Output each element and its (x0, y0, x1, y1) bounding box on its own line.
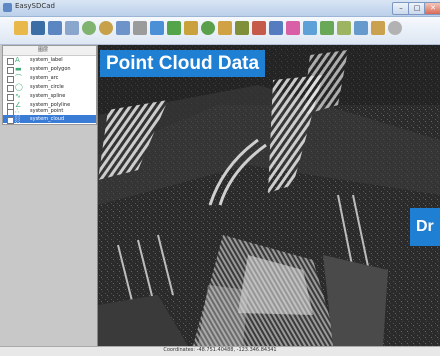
new-icon[interactable] (48, 21, 62, 35)
layer-item-text: system_label (30, 57, 63, 63)
draw-arc-icon[interactable] (184, 21, 198, 35)
close-button[interactable]: ✕ (424, 2, 440, 15)
main-toolbar (0, 17, 440, 45)
layer-visibility-checkbox[interactable] (7, 58, 14, 65)
point-layer-icon: ∴ (15, 107, 20, 115)
select-icon[interactable] (133, 21, 147, 35)
measure-icon[interactable] (252, 21, 266, 35)
layer-item-text: system_circle (30, 84, 64, 90)
layer-tree: 图层 A system_label ▬ system_polygon ⌒ sys… (2, 45, 97, 125)
import-icon[interactable] (371, 21, 385, 35)
layer-item-spline[interactable]: ∿ system_spline (3, 92, 96, 101)
layer-panel: 图层 A system_label ▬ system_polygon ⌒ sys… (0, 45, 98, 346)
layer-item-circle[interactable]: ◯ system_circle (3, 83, 96, 92)
layer-item-point[interactable]: ∴ system_point (3, 107, 96, 116)
settings-icon[interactable] (303, 21, 317, 35)
point-cloud-viewport[interactable] (98, 45, 440, 346)
arc-layer-icon: ⌒ (15, 74, 22, 82)
layer-item-label[interactable]: A system_label (3, 56, 96, 65)
zoom-in-icon[interactable] (82, 21, 96, 35)
overlay-side-banner: Dr (410, 208, 440, 246)
circle-layer-icon: ◯ (15, 83, 23, 91)
window-title: EasySDCad (15, 2, 55, 10)
coordinates-readout: Coordinates: -48.751.40488, -123.346.843… (163, 347, 277, 353)
transform-icon[interactable] (337, 21, 351, 35)
save-icon[interactable] (31, 21, 45, 35)
layer-tree-header: 图层 (3, 46, 96, 56)
open-icon[interactable] (14, 21, 28, 35)
draw-line-icon[interactable] (167, 21, 181, 35)
polygon-layer-icon: ▬ (15, 65, 22, 73)
layer-item-text: system_arc (30, 75, 59, 81)
spline-layer-icon: ∿ (15, 92, 21, 100)
layer-item-text: system_polygon (30, 66, 71, 72)
cloud-layer-icon: ░ (15, 115, 21, 123)
point-cloud-render (98, 45, 440, 346)
layer-item-arc[interactable]: ⌒ system_arc (3, 74, 96, 83)
cloud-icon[interactable] (269, 21, 283, 35)
draw-spline-icon[interactable] (218, 21, 232, 35)
palette-icon[interactable] (286, 21, 300, 35)
app-icon (3, 3, 12, 12)
layer-item-cloud[interactable]: ░ system_cloud (3, 115, 96, 124)
label-layer-icon: A (15, 56, 20, 64)
layer-visibility-checkbox[interactable] (7, 76, 14, 83)
layer-item-text: system_cloud (30, 116, 65, 122)
layer-visibility-checkbox[interactable] (7, 67, 14, 74)
layer-visibility-checkbox[interactable] (7, 94, 14, 101)
layer-tree-header-label: 图层 (38, 47, 49, 53)
layer-item-polygon[interactable]: ▬ system_polygon (3, 65, 96, 74)
draw-point-icon[interactable] (150, 21, 164, 35)
zoom-out-icon[interactable] (99, 21, 113, 35)
draw-polyline-icon[interactable] (235, 21, 249, 35)
layer-visibility-checkbox[interactable] (7, 85, 14, 92)
layer-item-text: system_point (30, 108, 64, 114)
draw-circle-icon[interactable] (201, 21, 215, 35)
layers-icon[interactable] (65, 21, 79, 35)
layer-item-text: system_spline (30, 93, 66, 99)
export-icon[interactable] (354, 21, 368, 35)
overlay-title-banner: Point Cloud Data (100, 50, 266, 77)
layer-visibility-checkbox[interactable] (7, 117, 14, 124)
pan-icon[interactable] (116, 21, 130, 35)
help-icon[interactable] (388, 21, 402, 35)
title-bar: EasySDCad – □ ✕ (0, 0, 440, 17)
grid-icon[interactable] (320, 21, 334, 35)
